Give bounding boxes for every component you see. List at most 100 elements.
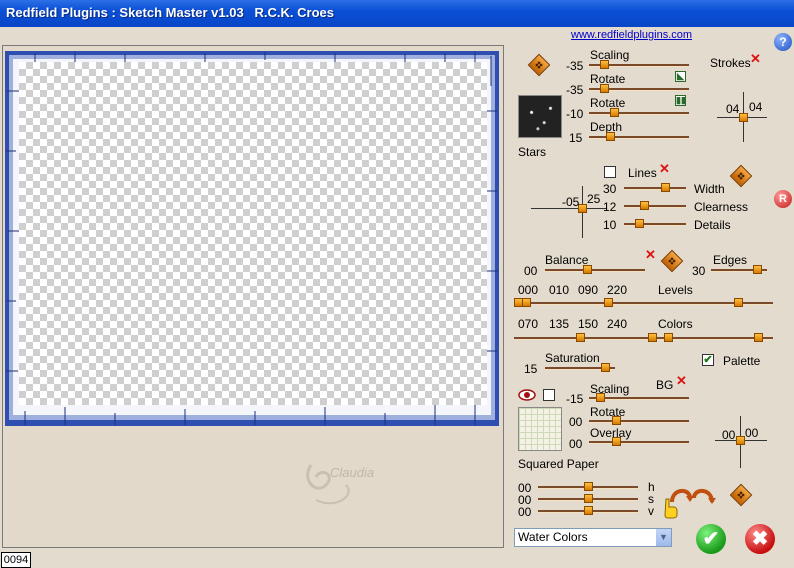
- lines-width-label: Width: [694, 182, 725, 196]
- strokes-label: Strokes: [710, 56, 751, 70]
- edges-slider[interactable]: [711, 265, 767, 274]
- stars-depth-slider[interactable]: [589, 132, 689, 141]
- stars-depth-knob[interactable]: [606, 132, 615, 141]
- hsv-s-knob[interactable]: [584, 494, 593, 503]
- stars-random-dice-icon[interactable]: [527, 53, 551, 77]
- palette-label: Palette: [723, 354, 761, 368]
- stars-rotate1-value: -35: [566, 83, 584, 97]
- bg-overlay-slider[interactable]: [589, 437, 689, 446]
- hsv-h-knob[interactable]: [584, 482, 593, 491]
- bg-pad-y-value: 00: [745, 426, 759, 440]
- eye-icon[interactable]: [518, 388, 536, 402]
- levels-label: Levels: [658, 283, 693, 297]
- hsv-h-slider[interactable]: [538, 482, 638, 491]
- bg-overlay-knob[interactable]: [612, 437, 621, 446]
- mode-select[interactable]: Water Colors ▼: [514, 528, 672, 547]
- hsv-s-slider[interactable]: [538, 494, 638, 503]
- balance-value: 00: [524, 264, 538, 278]
- stars-label: Stars: [518, 145, 547, 159]
- stars-scaling-knob[interactable]: [600, 60, 609, 69]
- bg-scaling-value: -15: [566, 392, 584, 406]
- stars-texture-thumbnail[interactable]: [518, 95, 562, 138]
- lines-label: Lines: [628, 166, 657, 180]
- colors-knob-3[interactable]: [754, 333, 763, 342]
- strokes-y-value: 04: [749, 100, 763, 114]
- balance-slider[interactable]: [545, 265, 645, 274]
- stars-depth-value: 15: [569, 131, 583, 145]
- balance-disable-x-icon[interactable]: ✕: [645, 248, 656, 261]
- ok-button[interactable]: ✔: [696, 524, 726, 554]
- bg-overlay-label: Overlay: [590, 426, 632, 440]
- lines-details-knob[interactable]: [635, 219, 644, 228]
- stars-scaling-value: -35: [566, 59, 584, 73]
- bg-disable-x-icon[interactable]: ✕: [676, 374, 687, 387]
- pointer-hand-icon: [664, 498, 678, 519]
- saturation-knob[interactable]: [601, 363, 610, 372]
- bg-label: BG: [656, 378, 674, 392]
- lines-details-slider[interactable]: [624, 219, 686, 228]
- saturation-slider[interactable]: [545, 363, 615, 372]
- palette-checkbox[interactable]: ✔: [702, 354, 714, 366]
- stars-rotate2-label: Rotate: [590, 96, 626, 110]
- colors-knob-2[interactable]: [664, 333, 673, 342]
- stars-rotate2-knob[interactable]: [610, 108, 619, 117]
- lines-pad-knob[interactable]: [578, 204, 587, 213]
- strokes-disable-x-icon[interactable]: ✕: [750, 52, 761, 65]
- lines-width-slider[interactable]: [624, 183, 686, 192]
- stars-scaling-label: Scaling: [590, 48, 630, 62]
- levels-value-1: 010: [549, 283, 570, 297]
- edges-knob[interactable]: [753, 265, 762, 274]
- help-button[interactable]: ?: [774, 33, 792, 51]
- rotate-mirror-toggle[interactable]: ◣: [675, 71, 686, 82]
- balance-random-dice-icon[interactable]: [660, 249, 684, 273]
- colors-value-0: 070: [518, 317, 539, 331]
- saturation-value: 15: [524, 362, 538, 376]
- stars-rotate2-value: -10: [566, 107, 584, 121]
- bg-rotate-slider[interactable]: [589, 416, 689, 425]
- bg-scaling-knob[interactable]: [596, 393, 605, 402]
- chevron-down-icon[interactable]: ▼: [656, 529, 671, 546]
- levels-value-2: 090: [578, 283, 599, 297]
- bg-rotate-knob[interactable]: [612, 416, 621, 425]
- rotate-pause-toggle[interactable]: ▮▮: [675, 95, 686, 106]
- strokes-pad-knob[interactable]: [739, 113, 748, 122]
- lines-clearness-value: 12: [603, 200, 617, 214]
- preview-image[interactable]: [5, 51, 499, 426]
- stars-rotate1-knob[interactable]: [600, 84, 609, 93]
- lines-disable-x-icon[interactable]: ✕: [659, 162, 670, 175]
- balance-knob[interactable]: [583, 265, 592, 274]
- window-title: Redfield Plugins : Sketch Master v1.03 R…: [6, 5, 334, 20]
- bg-checkbox[interactable]: [543, 389, 555, 401]
- levels-slider[interactable]: [514, 298, 773, 307]
- hsv-v-slider[interactable]: [538, 506, 638, 515]
- website-link[interactable]: www.redfieldplugins.com: [571, 29, 692, 41]
- levels-knob-1[interactable]: [522, 298, 531, 307]
- colors-label: Colors: [658, 317, 693, 331]
- stars-scaling-slider[interactable]: [589, 60, 689, 69]
- hsv-v-knob[interactable]: [584, 506, 593, 515]
- levels-knob-3[interactable]: [734, 298, 743, 307]
- lines-width-value: 30: [603, 182, 617, 196]
- lines-checkbox[interactable]: [604, 166, 616, 178]
- colors-knob-0[interactable]: [576, 333, 585, 342]
- lines-clearness-slider[interactable]: [624, 201, 686, 210]
- paper-texture-thumbnail[interactable]: [518, 407, 562, 451]
- lines-clearness-knob[interactable]: [640, 201, 649, 210]
- levels-knob-2[interactable]: [604, 298, 613, 307]
- colors-slider[interactable]: [514, 333, 773, 342]
- paper-label: Squared Paper: [518, 457, 599, 471]
- cancel-button[interactable]: ✖: [745, 524, 775, 554]
- strokes-x-value: 04: [726, 102, 740, 116]
- stars-rotate1-slider[interactable]: [589, 84, 689, 93]
- lines-width-knob[interactable]: [661, 183, 670, 192]
- transparent-area: [19, 62, 487, 405]
- bg-pad-x-value: 00: [722, 428, 736, 442]
- bg-pad-knob[interactable]: [736, 436, 745, 445]
- stars-rotate2-slider[interactable]: [589, 108, 689, 117]
- lines-random-dice-icon[interactable]: [729, 164, 753, 188]
- colors-knob-1[interactable]: [648, 333, 657, 342]
- color-random-dice-icon[interactable]: [729, 483, 753, 507]
- reset-button[interactable]: R: [774, 190, 792, 208]
- saturation-label: Saturation: [545, 351, 600, 365]
- bg-scaling-slider[interactable]: [589, 393, 689, 402]
